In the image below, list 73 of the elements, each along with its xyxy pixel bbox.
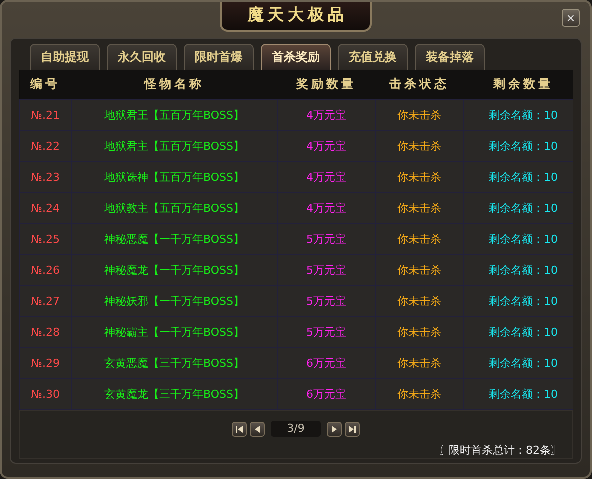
table-cell: 6万元宝 bbox=[278, 348, 376, 378]
table-cell: 6万元宝 bbox=[278, 378, 376, 410]
table-cell: №.27 bbox=[20, 286, 72, 316]
tab[interactable]: 自助提现 bbox=[30, 44, 100, 70]
table-cell: 神秘妖邪【一千万年BOSS】 bbox=[72, 286, 278, 316]
table-cell: 你未击杀 bbox=[376, 316, 464, 348]
last-page-button[interactable] bbox=[345, 422, 360, 436]
table-cell: 你未击杀 bbox=[376, 378, 464, 410]
table-cell: 剩余名额：10 bbox=[464, 378, 573, 410]
tab[interactable]: 首杀奖励 bbox=[261, 44, 331, 70]
table-cell: 你未击杀 bbox=[376, 286, 464, 316]
last-page-icon bbox=[348, 424, 357, 434]
table-cell: №.21 bbox=[20, 100, 72, 130]
table-cell: 剩余名额：10 bbox=[464, 316, 573, 348]
next-page-button[interactable] bbox=[327, 422, 342, 436]
column-header: 击杀状态 bbox=[390, 77, 450, 91]
column-header: 编号 bbox=[30, 77, 60, 91]
column-header: 怪物名称 bbox=[144, 77, 204, 91]
table-cell: 剩余名额：10 bbox=[464, 348, 573, 378]
table-cell: №.23 bbox=[20, 162, 72, 192]
table-cell: 地狱教主【五百万年BOSS】 bbox=[72, 192, 278, 224]
page-indicator: 3/9 bbox=[271, 421, 321, 437]
table-cell: 剩余名额：10 bbox=[464, 286, 573, 316]
table-cell: 你未击杀 bbox=[376, 130, 464, 162]
table-cell: №.22 bbox=[20, 130, 72, 162]
table-cell: 你未击杀 bbox=[376, 192, 464, 224]
table-cell: 神秘霸主【一千万年BOSS】 bbox=[72, 316, 278, 348]
table-cell: 玄黄魔龙【三千万年BOSS】 bbox=[72, 378, 278, 410]
column-header: 剩余数量 bbox=[494, 77, 554, 91]
close-button[interactable]: × bbox=[562, 9, 580, 27]
table-cell: 地狱君王【五百万年BOSS】 bbox=[72, 100, 278, 130]
tab[interactable]: 永久回收 bbox=[107, 44, 177, 70]
table-cell: 你未击杀 bbox=[376, 224, 464, 254]
tab[interactable]: 充值兑换 bbox=[338, 44, 408, 70]
table-cell: 你未击杀 bbox=[376, 100, 464, 130]
table-cell: №.26 bbox=[20, 254, 72, 286]
table-cell: 剩余名额：10 bbox=[464, 162, 573, 192]
table-cell: 4万元宝 bbox=[278, 100, 376, 130]
table-cell: 4万元宝 bbox=[278, 130, 376, 162]
previous-icon bbox=[253, 424, 262, 434]
table-cell: №.25 bbox=[20, 224, 72, 254]
table-cell: 地狱君主【五百万年BOSS】 bbox=[72, 130, 278, 162]
tab[interactable]: 限时首爆 bbox=[184, 44, 254, 70]
column-header: 奖励数量 bbox=[296, 77, 356, 91]
tab[interactable]: 装备掉落 bbox=[415, 44, 485, 70]
table-cell: 剩余名额：10 bbox=[464, 130, 573, 162]
table-cell: №.24 bbox=[20, 192, 72, 224]
table-cell: 你未击杀 bbox=[376, 348, 464, 378]
table-cell: 神秘恶魔【一千万年BOSS】 bbox=[72, 224, 278, 254]
table-cell: 剩余名额：10 bbox=[464, 224, 573, 254]
window-title: 魔天大极品 bbox=[220, 2, 372, 32]
table-cell: 剩余名额：10 bbox=[464, 192, 573, 224]
table-cell: 玄黄恶魔【三千万年BOSS】 bbox=[72, 348, 278, 378]
kill-total-summary: 〖限时首杀总计：82条〗 bbox=[438, 443, 562, 458]
table-cell: 4万元宝 bbox=[278, 162, 376, 192]
table-cell: №.30 bbox=[20, 378, 72, 410]
previous-page-button[interactable] bbox=[250, 422, 265, 436]
first-page-button[interactable] bbox=[232, 422, 247, 436]
table-cell: 剩余名额：10 bbox=[464, 254, 573, 286]
next-icon bbox=[330, 424, 339, 434]
table-cell: 你未击杀 bbox=[376, 254, 464, 286]
table-cell: 你未击杀 bbox=[376, 162, 464, 192]
table-cell: 5万元宝 bbox=[278, 286, 376, 316]
table-cell: 4万元宝 bbox=[278, 192, 376, 224]
table-cell: 5万元宝 bbox=[278, 254, 376, 286]
first-page-icon bbox=[235, 424, 244, 434]
table-cell: №.28 bbox=[20, 316, 72, 348]
table-cell: №.29 bbox=[20, 348, 72, 378]
table-cell: 地狱诛神【五百万年BOSS】 bbox=[72, 162, 278, 192]
table-cell: 5万元宝 bbox=[278, 316, 376, 348]
table-cell: 5万元宝 bbox=[278, 224, 376, 254]
table-cell: 剩余名额：10 bbox=[464, 100, 573, 130]
table-cell: 神秘魔龙【一千万年BOSS】 bbox=[72, 254, 278, 286]
